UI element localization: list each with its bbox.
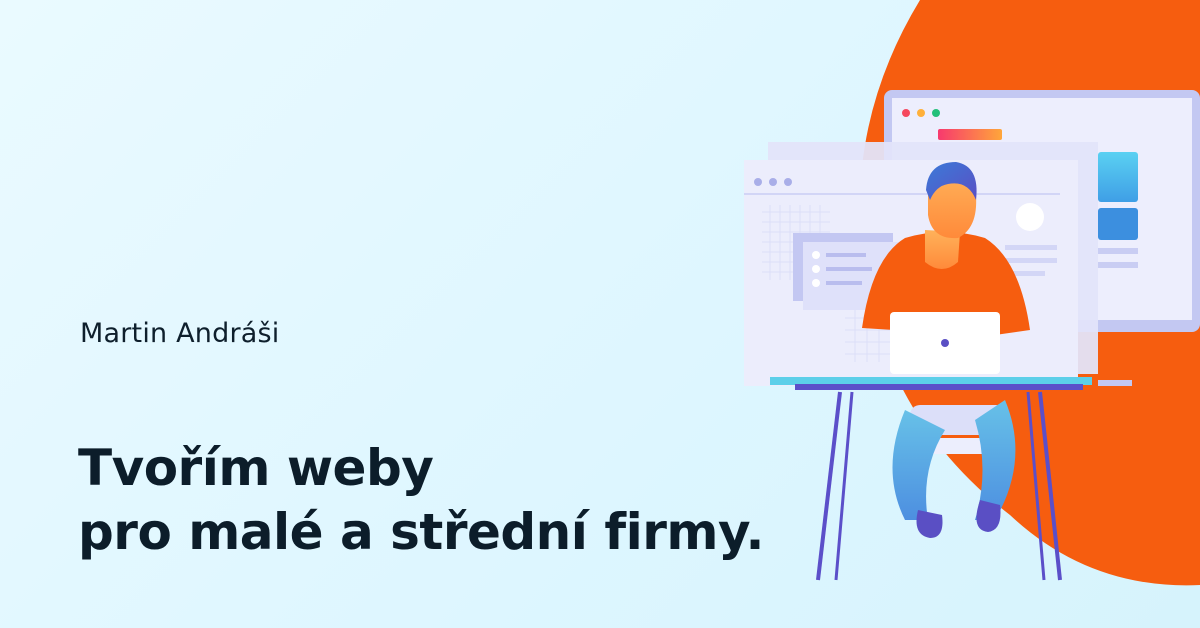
author-name: Martin Andráši — [80, 318, 280, 349]
headline: Tvořím weby pro malé a střední firmy. — [78, 436, 764, 564]
laptop — [890, 312, 1000, 374]
avatar-circle — [1016, 203, 1044, 231]
laptop-logo-icon — [941, 339, 949, 347]
headline-line-1: Tvořím weby — [78, 439, 434, 497]
web-developer-illustration — [744, 0, 1200, 586]
headline-line-2: pro malé a střední firmy. — [78, 503, 764, 561]
